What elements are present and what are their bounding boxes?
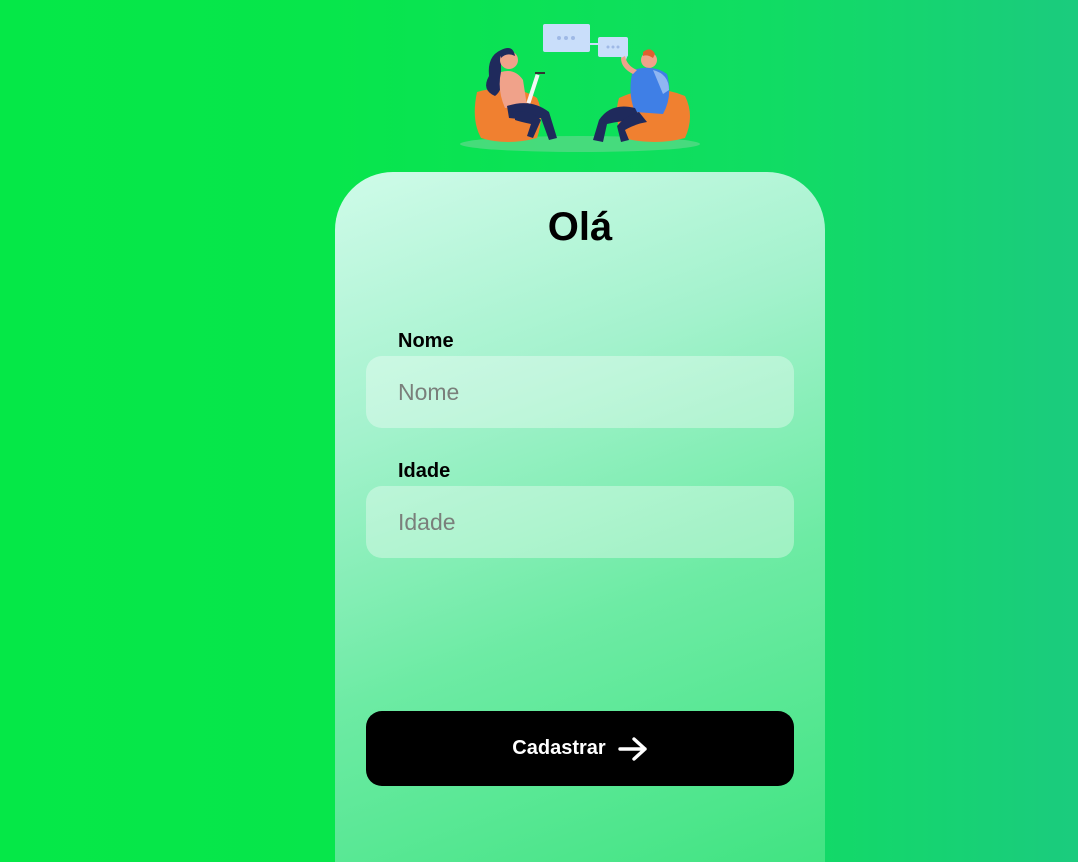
idade-label: Idade [398, 460, 451, 482]
cadastrar-label: Cadastrar [512, 737, 606, 759]
nome-label: Nome [398, 330, 454, 352]
idade-input[interactable] [366, 486, 794, 558]
arrow-right-icon [617, 736, 648, 762]
cadastrar-button[interactable]: Cadastrar [366, 711, 794, 786]
page-title: Olá [547, 205, 613, 249]
nome-input[interactable] [366, 356, 794, 428]
people-chatting-illustration [457, 20, 703, 156]
registration-card: Olá Nome Idade Cadastrar [335, 172, 825, 862]
